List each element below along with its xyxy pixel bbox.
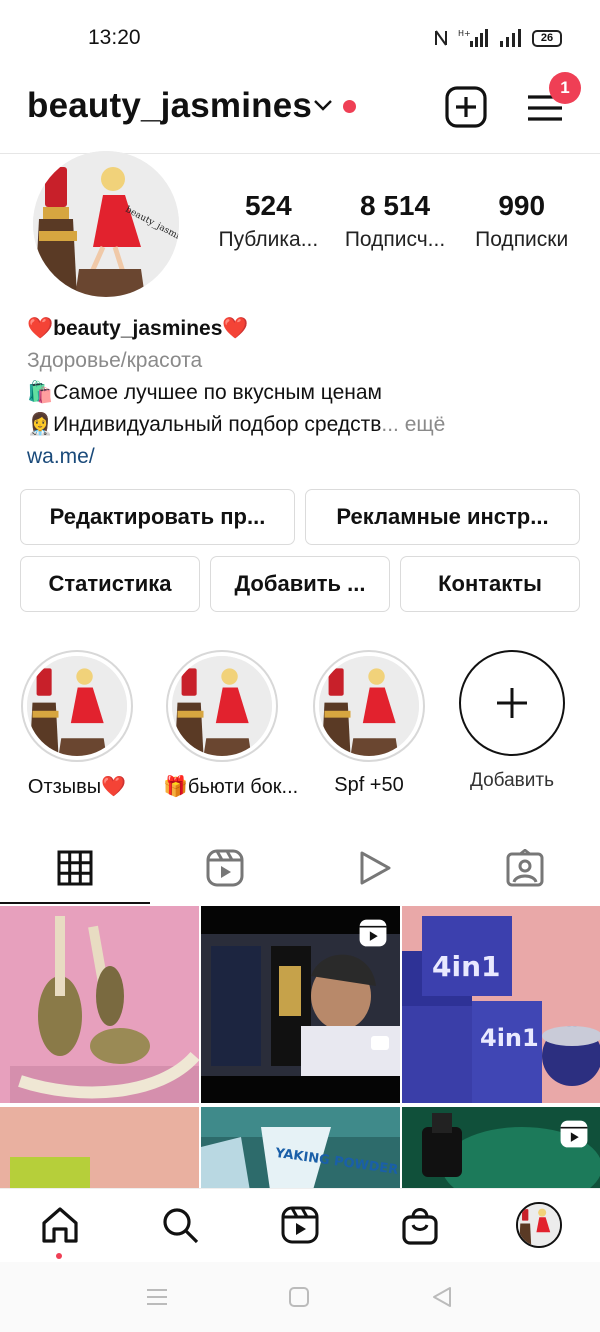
tab-reels[interactable] [150, 832, 300, 904]
recent-apps-icon[interactable] [145, 1286, 169, 1308]
highlight-label: 🎁бьюти бок... [163, 776, 299, 798]
insights-button[interactable]: Статистика [20, 556, 200, 612]
stat-posts-label: Публика... [218, 228, 319, 251]
reels-icon [281, 1206, 319, 1244]
reels-badge-icon [560, 1120, 588, 1148]
bio-more-link[interactable]: ... ещё [381, 413, 445, 436]
home-system-icon[interactable] [288, 1286, 310, 1308]
search-icon [163, 1208, 199, 1244]
system-navigation-bar [0, 1262, 600, 1332]
bio-name: beauty_jasmines [53, 317, 223, 340]
stat-following-value: 990 [498, 190, 546, 221]
battery-icon: 26 [532, 29, 562, 47]
profile-bio: ❤️beauty_jasmines❤️ Здоровье/красота 🛍️С… [27, 313, 587, 473]
add-highlight-label: Добавить [470, 770, 554, 791]
create-post-button[interactable] [444, 85, 488, 129]
nav-search[interactable] [156, 1201, 204, 1249]
signal-hplus-icon: H+ [458, 29, 488, 47]
highlight-item[interactable]: Отзывы❤️ [18, 650, 136, 799]
svg-text:4in1: 4in1 [480, 1024, 539, 1052]
home-icon [42, 1207, 78, 1243]
stat-followers-value: 8 514 [359, 190, 431, 221]
posts-grid: 4in1 4in1 YAKING POWDER [0, 906, 600, 1188]
highlight-cover [172, 656, 272, 756]
highlight-label: Spf +50 [334, 774, 404, 796]
contacts-button[interactable]: Контакты [400, 556, 580, 612]
post-thumbnail[interactable]: YAKING POWDER [201, 1107, 400, 1188]
svg-text:4in1: 4in1 [432, 950, 501, 983]
status-icons: H+ 26 [434, 26, 562, 50]
bio-name-line: ❤️beauty_jasmines❤️ [27, 313, 587, 345]
bio-line-1: 🛍️Самое лучшее по вкусным ценам [27, 377, 587, 409]
highlight-cover [319, 656, 419, 756]
highlight-item[interactable]: 🎁бьюти бок... [163, 650, 299, 799]
tab-videos[interactable] [300, 832, 450, 904]
stat-posts[interactable]: 524 Публика... [205, 190, 332, 252]
stat-followers-label: Подписч... [344, 228, 446, 251]
profile-tabs [0, 832, 600, 904]
heart-icon: ❤️ [27, 317, 54, 340]
add-shop-button[interactable]: Добавить ... [210, 556, 390, 612]
plus-icon [497, 688, 527, 718]
add-highlight-ring [459, 650, 565, 756]
nfc-icon [435, 30, 447, 46]
highlight-label: Отзывы❤️ [27, 776, 127, 798]
profile-header: beauty_jasmines [0, 80, 600, 140]
status-bar: 13:20 H+ 26 [0, 0, 600, 72]
stat-following[interactable]: 990 Подписки [458, 190, 585, 252]
bio-line-1-text: Самое лучшее по вкусным ценам [53, 381, 382, 404]
nav-shop[interactable] [396, 1201, 444, 1249]
signal-icon [500, 29, 521, 47]
unread-dot [343, 100, 356, 113]
highlight-item[interactable]: Spf +50 [310, 650, 428, 797]
post-thumbnail[interactable] [0, 1107, 199, 1188]
tagged-person-icon [506, 849, 544, 887]
woman-doctor-icon: 👩‍⚕️ [27, 413, 54, 436]
nav-reels[interactable] [276, 1201, 324, 1249]
shopping-bag-icon [402, 1208, 438, 1245]
profile-username[interactable]: beauty_jasmines [27, 86, 312, 126]
plus-square-icon [445, 86, 487, 128]
edit-profile-button[interactable]: Редактировать пр... [20, 489, 295, 545]
highlight-ring [21, 650, 133, 762]
reels-icon [206, 849, 244, 887]
nav-home[interactable] [36, 1201, 84, 1259]
bio-category: Здоровье/красота [27, 349, 203, 372]
highlight-ring [166, 650, 278, 762]
bio-line-2: 👩‍⚕️Индивидуальный подбор средств... ещё [27, 409, 587, 441]
stat-following-label: Подписки [475, 228, 569, 251]
grid-icon [57, 850, 93, 886]
profile-avatar-small [516, 1202, 562, 1248]
home-activity-dot [56, 1253, 62, 1259]
tab-grid[interactable] [0, 832, 150, 904]
post-thumbnail[interactable]: 4in1 4in1 [402, 906, 600, 1103]
status-time: 13:20 [88, 26, 141, 49]
heart-icon: ❤️ [222, 317, 249, 340]
post-thumbnail[interactable] [402, 1107, 600, 1188]
bio-link[interactable]: wa.me/ [27, 441, 587, 473]
bottom-navigation [0, 1188, 600, 1260]
back-icon[interactable] [430, 1286, 454, 1308]
avatar-illustration: beauty_jasmines [33, 151, 179, 297]
profile-avatar[interactable]: beauty_jasmines [33, 151, 179, 297]
add-highlight-button[interactable]: Добавить [453, 650, 571, 792]
notification-badge: 1 [549, 72, 581, 104]
svg-text:H+: H+ [458, 29, 471, 38]
chevron-down-icon[interactable] [313, 98, 333, 112]
ad-tools-button[interactable]: Рекламные инстр... [305, 489, 580, 545]
nav-profile[interactable] [515, 1201, 563, 1249]
reels-badge-icon [359, 919, 387, 947]
stat-posts-value: 524 [244, 190, 292, 221]
play-icon [360, 851, 391, 885]
highlight-ring [313, 650, 425, 762]
highlight-cover [27, 656, 127, 756]
post-thumbnail[interactable] [201, 906, 400, 1103]
post-thumbnail[interactable] [0, 906, 199, 1103]
profile-stats: 524 Публика... 8 514 Подписч... 990 Подп… [205, 190, 585, 252]
tab-tagged[interactable] [450, 832, 600, 904]
bio-line-2-text: Индивидуальный подбор средств [53, 413, 382, 436]
shopping-bag-icon: 🛍️ [27, 381, 54, 404]
stat-followers[interactable]: 8 514 Подписч... [332, 190, 459, 252]
